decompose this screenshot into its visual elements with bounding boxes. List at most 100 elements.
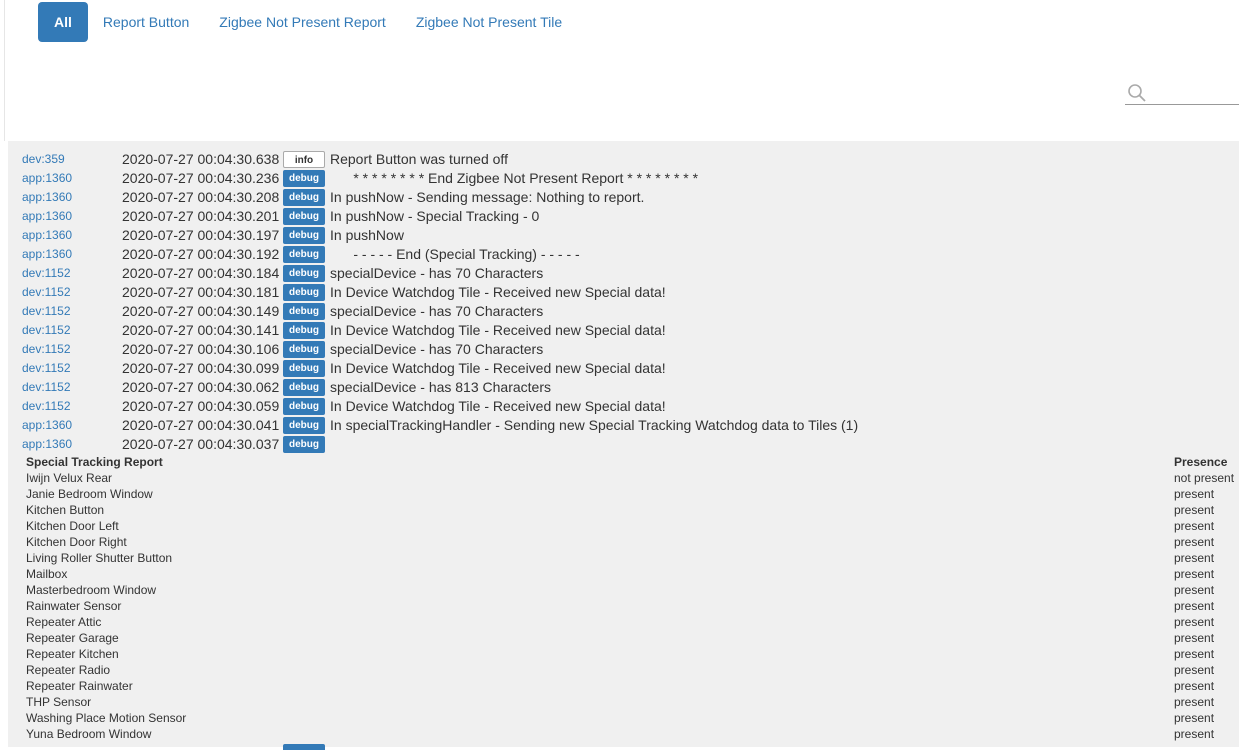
log-row: app:1360 2020-07-27 00:04:30.197 debug In p…	[8, 226, 1239, 245]
search-box[interactable]	[1125, 82, 1239, 105]
log-message: In specialTrackingHandler - Sending new …	[330, 417, 859, 433]
log-level-badge: debug	[283, 379, 325, 396]
report-device-name: Janie Bedroom Window	[26, 487, 153, 501]
log-source-link[interactable]: dev:359	[22, 152, 65, 166]
report-row: Repeater Attic present	[26, 614, 1239, 630]
report-row: Iwijn Velux Rear not present	[26, 470, 1239, 486]
report-presence: present	[1174, 727, 1215, 741]
log-message: In pushNow - Sending message: Nothing to…	[330, 189, 645, 205]
report-device-name: Repeater Kitchen	[26, 647, 119, 661]
search-input[interactable]	[1147, 82, 1239, 104]
tab-zigbee-not-present-report[interactable]: Zigbee Not Present Report	[204, 2, 401, 42]
log-source-link[interactable]: dev:1152	[22, 342, 71, 356]
log-row: dev:359 2020-07-27 00:04:30.638 info Report…	[8, 150, 1239, 169]
report-device-name: THP Sensor	[26, 695, 92, 709]
log-timestamp: 2020-07-27 00:04:30.059	[122, 398, 280, 414]
log-timestamp: 2020-07-27 00:04:30.236	[122, 170, 280, 186]
report-row: Kitchen Door Left present	[26, 518, 1239, 534]
log-message: In Device Watchdog Tile - Received new S…	[330, 398, 666, 414]
log-message: - - - - - End (Special Tracking) - - - -…	[330, 246, 580, 262]
log-timestamp: 2020-07-27 00:04:30.181	[122, 284, 280, 300]
log-row: app:1360 2020-07-27 00:04:30.041 debug In s…	[8, 416, 1239, 435]
report-row: Masterbedroom Window present	[26, 582, 1239, 598]
log-message: * * * * * * * * End Zigbee Not Present R…	[330, 170, 699, 186]
log-level-badge: debug	[283, 303, 325, 320]
log-row: dev:1152 2020-07-27 00:04:30.181 debug In D…	[8, 283, 1239, 302]
log-source-link[interactable]: dev:1152	[22, 266, 71, 280]
log-row: dev:1152 2020-07-27 00:04:30.149 debug spec…	[8, 302, 1239, 321]
report-header-presence: Presence	[1174, 455, 1228, 469]
log-source-link[interactable]: app:1360	[22, 190, 72, 204]
log-source-link[interactable]: dev:1152	[22, 323, 71, 337]
report-device-name: Kitchen Button	[26, 503, 105, 517]
log-level-badge: debug	[283, 341, 325, 358]
report-device-name: Kitchen Door Left	[26, 519, 119, 533]
report-presence: present	[1174, 695, 1215, 709]
log-row: dev:1152 2020-07-27 00:04:30.062 debug spec…	[8, 378, 1239, 397]
report-row: Living Roller Shutter Button present	[26, 550, 1239, 566]
report-row: Repeater Radio present	[26, 662, 1239, 678]
report-header-device: Special Tracking Report	[26, 455, 163, 469]
log-message: specialDevice - has 70 Characters	[330, 303, 544, 319]
report-presence: not present	[1174, 471, 1235, 485]
log-timestamp: 2020-07-27 00:04:30.037	[122, 436, 280, 452]
log-row: dev:1152 2020-07-27 00:04:30.141 debug In D…	[8, 321, 1239, 340]
report-presence: present	[1174, 647, 1215, 661]
log-message: Report Button was turned off	[330, 151, 508, 167]
log-source-link[interactable]: dev:1152	[22, 361, 71, 375]
report-presence: present	[1174, 711, 1215, 725]
report-device-name: Kitchen Door Right	[26, 535, 127, 549]
log-level-badge: debug	[283, 246, 325, 263]
log-timestamp: 2020-07-27 00:04:30.201	[122, 208, 280, 224]
log-row: dev:1152 2020-07-27 00:04:30.184 debug spec…	[8, 264, 1239, 283]
log-message: specialDevice - has 813 Characters	[330, 379, 551, 395]
report-row: Kitchen Door Right present	[26, 534, 1239, 550]
log-level-badge: debug	[283, 227, 325, 244]
log-source-link[interactable]: dev:1152	[22, 285, 71, 299]
log-message: In pushNow - Special Tracking - 0	[330, 208, 540, 224]
log-source-link[interactable]: app:1360	[22, 228, 72, 242]
log-row: dev:1152 2020-07-27 00:04:30.106 debug spec…	[8, 340, 1239, 359]
log-source-link[interactable]: app:1360	[22, 247, 72, 261]
report-presence: present	[1174, 519, 1215, 533]
log-level-badge: debug	[283, 417, 325, 434]
tab-report-button[interactable]: Report Button	[88, 2, 204, 42]
log-timestamp: 2020-07-27 00:04:30.062	[122, 379, 280, 395]
report-row: Repeater Kitchen present	[26, 646, 1239, 662]
log-source-link[interactable]: dev:1152	[22, 304, 71, 318]
special-tracking-report: Special Tracking Report Presence Iwijn V…	[26, 454, 1239, 742]
report-presence: present	[1174, 679, 1215, 693]
log-message: In Device Watchdog Tile - Received new S…	[330, 322, 666, 338]
log-row: app:1360 2020-07-27 00:04:30.208 debug In p…	[8, 188, 1239, 207]
log-timestamp: 2020-07-27 00:04:30.638	[122, 151, 280, 167]
report-device-name: Repeater Garage	[26, 631, 119, 645]
log-row: app:1360 2020-07-27 00:04:30.201 debug In p…	[8, 207, 1239, 226]
report-device-name: Masterbedroom Window	[26, 583, 157, 597]
log-source-link[interactable]: app:1360	[22, 171, 72, 185]
report-row: Washing Place Motion Sensor present	[26, 710, 1239, 726]
report-device-name: Mailbox	[26, 567, 68, 581]
report-presence: present	[1174, 551, 1215, 565]
report-device-name: Iwijn Velux Rear	[26, 471, 113, 485]
report-presence: present	[1174, 535, 1215, 549]
tab-all[interactable]: All	[38, 2, 88, 42]
tab-zigbee-not-present-tile[interactable]: Zigbee Not Present Tile	[401, 2, 577, 42]
log-source-link[interactable]: app:1360	[22, 437, 72, 451]
report-device-name: Living Roller Shutter Button	[26, 551, 173, 565]
report-row: THP Sensor present	[26, 694, 1239, 710]
log-source-link[interactable]: app:1360	[22, 418, 72, 432]
log-rows: dev:359 2020-07-27 00:04:30.638 info Report…	[8, 150, 1239, 454]
debug-badge-partial	[283, 744, 325, 750]
log-source-link[interactable]: app:1360	[22, 209, 72, 223]
log-panel: dev:359 2020-07-27 00:04:30.638 info Report…	[8, 141, 1239, 750]
log-level-badge: debug	[283, 360, 325, 377]
report-presence: present	[1174, 583, 1215, 597]
log-level-badge: info	[283, 151, 325, 168]
report-presence: present	[1174, 599, 1215, 613]
log-source-link[interactable]: dev:1152	[22, 380, 71, 394]
report-device-name: Repeater Radio	[26, 663, 111, 677]
log-source-link[interactable]: dev:1152	[22, 399, 71, 413]
log-timestamp: 2020-07-27 00:04:30.197	[122, 227, 280, 243]
report-row: Repeater Garage present	[26, 630, 1239, 646]
log-message: In pushNow	[330, 227, 404, 243]
